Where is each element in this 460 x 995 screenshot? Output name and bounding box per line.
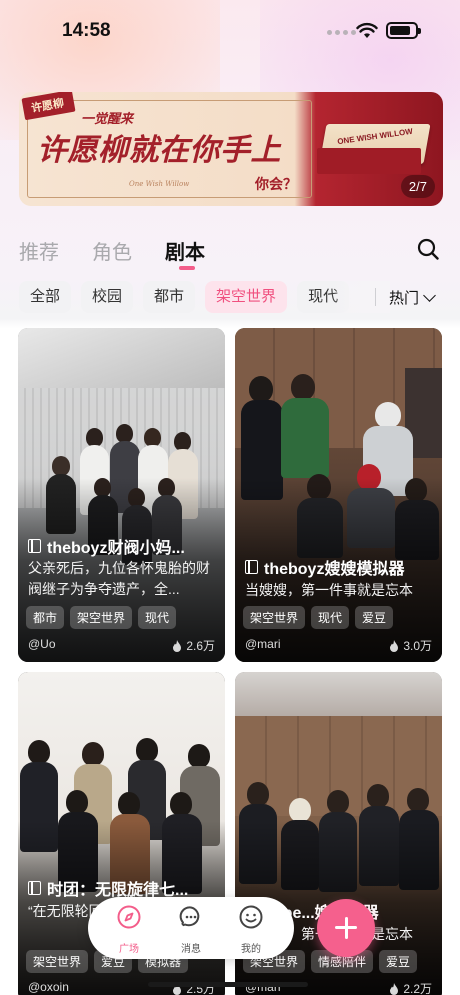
nav-label: 广场 xyxy=(119,944,139,955)
book-icon xyxy=(28,881,41,895)
status-time: 14:58 xyxy=(62,20,111,41)
card-likes-count: 3.0万 xyxy=(403,639,432,653)
banner-headline: 许愿柳就在你手上 xyxy=(37,133,281,168)
card-author: @oxoin xyxy=(28,980,69,994)
nav-item-profile[interactable]: 我的 xyxy=(226,905,276,955)
card-likes: 2.6万 xyxy=(172,637,215,654)
chip-urban[interactable]: 都市 xyxy=(143,281,196,313)
signal-dots-icon xyxy=(327,30,356,35)
product-box-image: ONE WISH WILLOW xyxy=(315,122,433,178)
promo-banner[interactable]: 许愿柳 一觉醒来 许愿柳就在你手上 One Wish Willow 你会？ ON… xyxy=(19,92,443,206)
card-tags: 都市 架空世界 现代 xyxy=(26,606,182,629)
book-icon xyxy=(28,539,41,553)
card-title-text: theboyz嫂嫂模拟器 xyxy=(264,561,405,578)
battery-icon xyxy=(386,22,421,39)
banner-page-counter: 2/7 xyxy=(400,175,435,198)
card-title-text: theboyz财阀小妈... xyxy=(47,540,185,557)
script-card[interactable]: theboyz嫂嫂模拟器 当嫂嫂，第一件事就是忘本 架空世界 现代 爱豆 @ma… xyxy=(235,328,442,662)
script-card[interactable]: theboyz财阀小妈... 父亲死后，九位各怀鬼胎的财阀继子为争夺遗产，全..… xyxy=(18,328,225,662)
card-likes-count: 2.6万 xyxy=(186,639,215,653)
card-title: theboyz财阀小妈... xyxy=(28,534,218,558)
nav-item-square[interactable]: 广场 xyxy=(104,905,154,955)
tab-scripts[interactable]: 剧本 xyxy=(165,236,205,270)
book-icon xyxy=(245,560,258,574)
card-tag: 爱豆 xyxy=(379,950,418,973)
filter-chips: 全部 校园 都市 架空世界 现代 xyxy=(19,281,359,313)
nav-label: 消息 xyxy=(181,944,201,955)
compass-icon xyxy=(117,905,141,929)
chip-all[interactable]: 全部 xyxy=(19,281,72,313)
card-tag: 现代 xyxy=(311,606,350,629)
card-title: theboyz嫂嫂模拟器 xyxy=(245,555,435,579)
bottom-nav: 广场 消息 我的 xyxy=(88,897,294,959)
divider xyxy=(375,288,376,306)
wifi-icon xyxy=(356,22,378,38)
card-tag: 架空世界 xyxy=(70,606,133,629)
card-likes: 2.2万 xyxy=(389,980,432,995)
card-description: 父亲死后，九位各怀鬼胎的财阀继子为争夺遗产，全... xyxy=(28,560,210,597)
card-tags: 架空世界 现代 爱豆 xyxy=(243,606,399,629)
tab-characters[interactable]: 角色 xyxy=(92,236,132,265)
chip-campus[interactable]: 校园 xyxy=(81,281,134,313)
sort-dropdown[interactable]: 热门 xyxy=(389,287,436,308)
chevron-down-icon xyxy=(423,289,436,302)
flame-icon xyxy=(173,639,182,652)
card-tag: 架空世界 xyxy=(26,950,89,973)
banner-question: 你会？ xyxy=(255,177,297,193)
card-description: 当嫂嫂，第一件事就是忘本 xyxy=(245,582,413,598)
chip-fantasy-world[interactable]: 架空世界 xyxy=(205,281,288,313)
card-tag: 爱豆 xyxy=(355,606,394,629)
flame-icon xyxy=(390,982,399,995)
card-tag: 架空世界 xyxy=(243,606,306,629)
chips-fade xyxy=(330,281,390,313)
card-author: @mari xyxy=(245,637,281,651)
status-bar: 14:58 xyxy=(0,0,460,60)
content-tabs: 推荐 角色 剧本 xyxy=(19,236,238,270)
create-button[interactable] xyxy=(317,899,375,957)
smiley-icon xyxy=(239,905,263,929)
card-likes-count: 2.2万 xyxy=(403,982,432,995)
flame-icon xyxy=(390,639,399,652)
card-author: @Uo xyxy=(28,637,56,651)
home-indicator xyxy=(148,982,308,987)
card-tag: 现代 xyxy=(138,606,177,629)
sort-label: 热门 xyxy=(389,290,420,307)
chat-bubble-icon xyxy=(179,906,200,927)
tab-recommend[interactable]: 推荐 xyxy=(19,236,59,265)
search-icon[interactable] xyxy=(416,237,440,261)
nav-item-messages[interactable]: 消息 xyxy=(166,905,216,955)
card-likes: 3.0万 xyxy=(389,637,432,654)
card-tag: 都市 xyxy=(26,606,65,629)
app-screen: 14:58 许愿柳 一觉醒来 许愿柳就在你手上 One Wish Willow … xyxy=(0,0,460,995)
banner-script: One Wish Willow xyxy=(129,180,190,188)
nav-label: 我的 xyxy=(241,944,261,955)
